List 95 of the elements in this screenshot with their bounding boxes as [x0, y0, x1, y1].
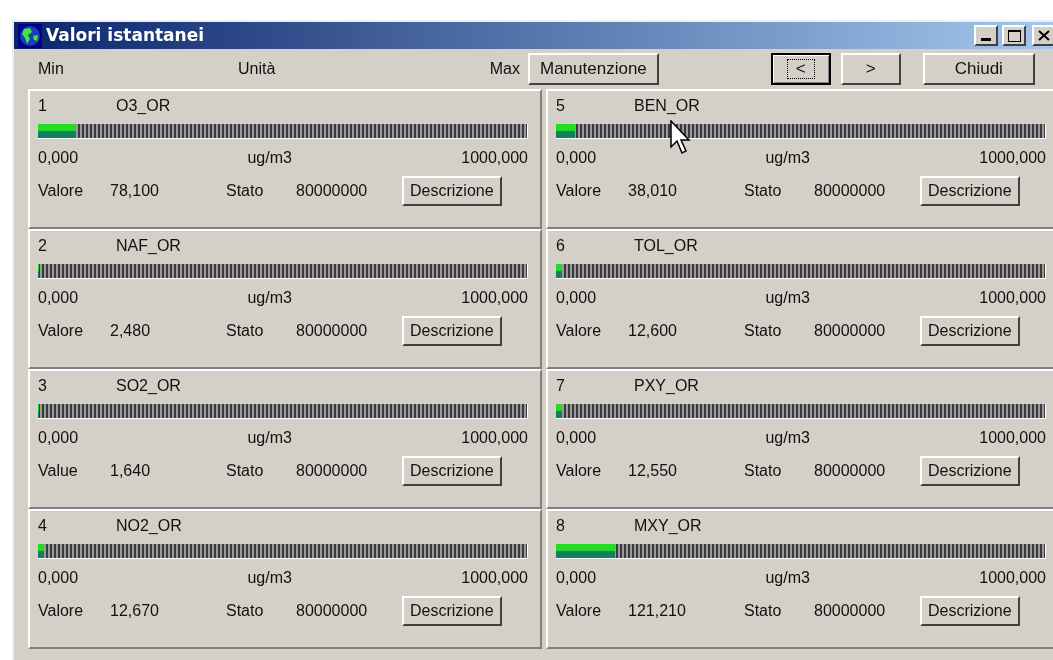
min-value: 0,000: [556, 288, 597, 308]
max-value: 1000,000: [461, 428, 528, 448]
close-button[interactable]: [1032, 25, 1053, 46]
max-value: 1000,000: [461, 148, 528, 168]
value-text: 78,100: [110, 181, 160, 201]
state-text: 80000000: [296, 601, 369, 621]
unit-text: ug/m3: [765, 428, 810, 448]
description-button[interactable]: Descrizione: [402, 316, 502, 346]
state-text: 80000000: [296, 181, 369, 201]
channel-name: O3_OR: [116, 96, 171, 116]
toolbar-button[interactable]: Chiudi: [922, 53, 1035, 85]
value-text: 12,550: [628, 461, 678, 481]
state-text: 80000000: [814, 601, 887, 621]
state-text: 80000000: [296, 461, 369, 481]
value-label: Valore: [38, 321, 85, 341]
channel-number: 7: [556, 376, 566, 396]
state-text: 80000000: [814, 321, 887, 341]
state-text: 80000000: [296, 321, 369, 341]
min-value: 0,000: [556, 148, 597, 168]
description-button[interactable]: Descrizione: [920, 596, 1020, 626]
channel-name: NAF_OR: [116, 236, 181, 256]
min-value: 0,000: [38, 288, 79, 308]
minimize-icon: [981, 38, 991, 41]
channel-name: PXY_OR: [634, 376, 699, 396]
channel-name: SO2_OR: [116, 376, 181, 396]
unit-text: ug/m3: [247, 148, 292, 168]
channel-number: 5: [556, 96, 566, 116]
value-text: 121,210: [628, 601, 687, 621]
value-label: Valore: [556, 181, 603, 201]
channel-number: 2: [38, 236, 48, 256]
max-value: 1000,000: [979, 148, 1046, 168]
state-label: Stato: [226, 321, 265, 341]
max-header: Max: [488, 59, 521, 79]
unit-text: ug/m3: [765, 148, 810, 168]
description-button[interactable]: Descrizione: [920, 456, 1020, 486]
channel-number: 3: [38, 376, 48, 396]
min-value: 0,000: [38, 428, 79, 448]
channel-name: BEN_OR: [634, 96, 700, 116]
close-icon: [1038, 30, 1050, 41]
max-value: 1000,000: [979, 568, 1046, 588]
value-text: 1,640: [110, 461, 152, 481]
channel-name: MXY_OR: [634, 516, 702, 536]
description-button[interactable]: Descrizione: [920, 316, 1020, 346]
maximize-icon: [1007, 29, 1021, 42]
state-text: 80000000: [814, 181, 887, 201]
channel-number: 8: [556, 516, 566, 536]
state-label: Stato: [744, 461, 783, 481]
channel-number: 4: [38, 516, 48, 536]
value-label: Valore: [38, 601, 85, 621]
window-title: Valori istantanei: [46, 23, 206, 47]
value-label: Value: [38, 461, 79, 481]
toolbar-button[interactable]: Manutenzione: [528, 53, 659, 85]
unit-text: ug/m3: [247, 288, 292, 308]
value-label: Valore: [556, 461, 603, 481]
nav-button[interactable]: <: [770, 53, 831, 85]
state-label: Stato: [226, 461, 265, 481]
channel-number: 6: [556, 236, 566, 256]
min-value: 0,000: [556, 428, 597, 448]
unit-text: ug/m3: [247, 568, 292, 588]
state-text: 80000000: [814, 461, 887, 481]
description-button[interactable]: Descrizione: [402, 176, 502, 206]
value-text: 2,480: [110, 321, 152, 341]
description-button[interactable]: Descrizione: [920, 176, 1020, 206]
unit-text: ug/m3: [765, 288, 810, 308]
value-label: Valore: [556, 321, 603, 341]
value-text: 12,600: [628, 321, 678, 341]
max-value: 1000,000: [979, 288, 1046, 308]
unit-text: ug/m3: [247, 428, 292, 448]
globe-icon: [18, 23, 42, 48]
maximize-button[interactable]: [1002, 25, 1026, 46]
channel-number: 1: [38, 96, 48, 116]
channel-name: NO2_OR: [116, 516, 182, 536]
max-value: 1000,000: [979, 428, 1046, 448]
state-label: Stato: [226, 601, 265, 621]
max-value: 1000,000: [461, 568, 528, 588]
value-label: Valore: [556, 601, 603, 621]
min-value: 0,000: [38, 568, 79, 588]
state-label: Stato: [744, 601, 783, 621]
min-header: Min: [38, 59, 65, 79]
unit-header: Unità: [238, 59, 277, 79]
state-label: Stato: [744, 181, 783, 201]
max-value: 1000,000: [461, 288, 528, 308]
state-label: Stato: [226, 181, 265, 201]
channel-name: TOL_OR: [634, 236, 698, 256]
unit-text: ug/m3: [765, 568, 810, 588]
value-text: 12,670: [110, 601, 160, 621]
min-value: 0,000: [38, 148, 79, 168]
description-button[interactable]: Descrizione: [402, 456, 502, 486]
min-value: 0,000: [556, 568, 597, 588]
minimize-button[interactable]: [974, 25, 998, 46]
state-label: Stato: [744, 321, 783, 341]
value-label: Valore: [38, 181, 85, 201]
description-button[interactable]: Descrizione: [402, 596, 502, 626]
nav-button[interactable]: >: [840, 53, 901, 85]
value-text: 38,010: [628, 181, 678, 201]
